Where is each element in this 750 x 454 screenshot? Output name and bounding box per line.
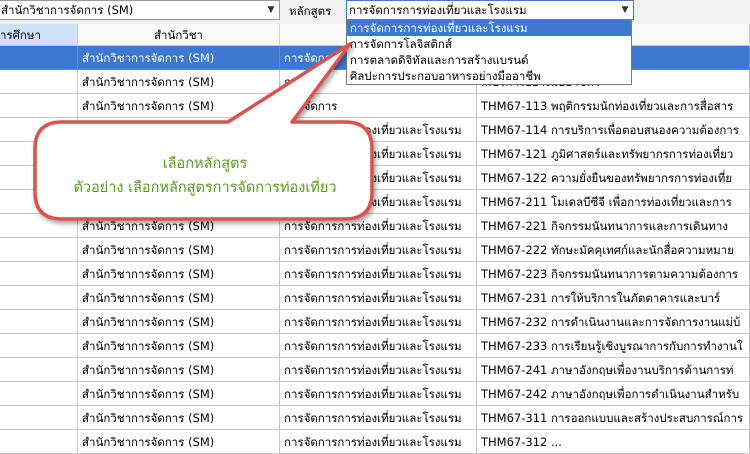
cell-academic-year[interactable] xyxy=(0,430,78,454)
cell-course[interactable]: การจัดการการท่องเที่ยวและโรงแรม xyxy=(280,406,477,430)
callout-subtitle: ตัวอย่าง เลือกหลักสูตรการจัดการท่องเที่ย… xyxy=(73,180,337,196)
cell-course[interactable]: การจัดการการท่องเที่ยวและโรงแรม xyxy=(280,358,477,382)
dropdown-option[interactable]: ศิลปะการประกอบอาหารอย่างมืออาชีพ xyxy=(347,68,631,84)
table-row[interactable]: สำนักวิชาการจัดการ (SM) การจัดการการท่องเ… xyxy=(0,286,750,310)
cell-academic-year[interactable] xyxy=(0,238,78,262)
table-row[interactable]: สำนักวิชาการจัดการ (SM) การจัดการการท่องเ… xyxy=(0,118,750,142)
course-dropdown-list: การจัดการการท่องเที่ยวและโรงแรม การจัดกา… xyxy=(346,19,632,85)
table-row[interactable]: สำนักวิชาการจัดการ (SM) การจัดการการท่องเ… xyxy=(0,334,750,358)
cell-course[interactable]: การจัดการการท่องเที่ยวและโรงแรม xyxy=(280,214,477,238)
cell-subject[interactable]: THM67-241 ภาษาอังกฤษเพื่องานบริการด้านกา… xyxy=(477,358,750,382)
cell-subject[interactable]: THM67-121 ภูมิศาสตร์และทรัพยากรการท่องเท… xyxy=(477,142,750,166)
dropdown-option[interactable]: การตลาดดิจิทัลและการสร้างแบรนด์ xyxy=(347,52,631,68)
chevron-down-icon[interactable]: ▼ xyxy=(263,1,279,19)
cell-subject[interactable]: THM67-211 โมเดลบีซีจี เพื่อการท่องเที่ยว… xyxy=(477,190,750,214)
cell-department[interactable]: สำนักวิชาการจัดการ (SM) xyxy=(78,118,280,142)
cell-course[interactable]: การจัดการการท่องเที่ยวและโรงแรม xyxy=(280,118,477,142)
course-label: หลักสูตร xyxy=(289,4,332,18)
cell-department[interactable]: สำนักวิชาการจัดการ (SM) xyxy=(78,214,280,238)
cell-course[interactable]: การจัดการการท่องเที่ยวและโรงแรม xyxy=(280,334,477,358)
cell-subject[interactable]: THM67-312 ... xyxy=(477,430,750,454)
cell-academic-year[interactable] xyxy=(0,118,78,142)
cell-department[interactable]: สำนักวิชาการจัดการ (SM) xyxy=(78,94,280,118)
cell-subject[interactable]: THM67-311 การออกแบบและสร้างประสบการณ์การ xyxy=(477,406,750,430)
cell-department[interactable]: สำนักวิชาการจัดการ (SM) xyxy=(78,238,280,262)
table-row[interactable]: สำนักวิชาการจัดการ (SM) การจัดการการท่องเ… xyxy=(0,214,750,238)
cell-subject[interactable]: THM67-232 การดำเนินงานและการจัดการงานแม่… xyxy=(477,310,750,334)
cell-subject[interactable]: THM67-242 ภาษาอังกฤษเพื่อการดำเนินงานสำห… xyxy=(477,382,750,406)
cell-academic-year[interactable] xyxy=(0,310,78,334)
cell-subject[interactable]: THM67-231 การให้บริการในภัตตาคารและบาร์ xyxy=(477,286,750,310)
table-row[interactable]: สำนักวิชาการจัดการ (SM) การจัดการการท่องเ… xyxy=(0,238,750,262)
cell-course[interactable]: การจัดการการท่องเที่ยวและโรงแรม xyxy=(280,262,477,286)
table-row[interactable]: สำนักวิชาการจัดการ (SM) การจัดการการท่องเ… xyxy=(0,406,750,430)
cell-academic-year[interactable] xyxy=(0,382,78,406)
cell-course[interactable]: การจัดการการท่องเที่ยวและโรงแรม xyxy=(280,286,477,310)
cell-department[interactable]: สำนักวิชาการจัดการ (SM) xyxy=(78,70,280,94)
cell-academic-year[interactable] xyxy=(0,334,78,358)
cell-course[interactable]: การจัดการการท่องเที่ยวและโรงแรม xyxy=(280,238,477,262)
chevron-down-icon[interactable]: ▼ xyxy=(617,1,633,19)
cell-subject[interactable]: THM67-222 ทักษะมัคคุเทศก์และนักสื่อความห… xyxy=(477,238,750,262)
cell-subject[interactable]: THM67-122 ความยั่งยืนของทรัพยากรการท่องเ… xyxy=(477,166,750,190)
column-header-department[interactable]: สำนักวิชา xyxy=(78,24,280,46)
dropdown-option[interactable]: การจัดการการท่องเที่ยวและโรงแรม xyxy=(347,20,631,36)
cell-department[interactable]: สำนักวิชาการจัดการ (SM) xyxy=(78,334,280,358)
cell-department[interactable]: สำนักวิชาการจัดการ (SM) xyxy=(78,430,280,454)
cell-academic-year[interactable] xyxy=(0,94,78,118)
department-select[interactable]: สำนักวิชาการจัดการ (SM) ▼ xyxy=(0,0,280,20)
department-select-value: สำนักวิชาการจัดการ (SM) xyxy=(1,3,134,17)
cell-course[interactable]: การจัดการการท่องเที่ยวและโรงแรม xyxy=(280,382,477,406)
cell-course[interactable]: การจัดการ xyxy=(280,94,477,118)
cell-academic-year[interactable] xyxy=(0,70,78,94)
dropdown-option[interactable]: การจัดการโลจิสติกส์ xyxy=(347,36,631,52)
cell-department[interactable]: สำนักวิชาการจัดการ (SM) xyxy=(78,310,280,334)
cell-academic-year[interactable] xyxy=(0,406,78,430)
cell-subject[interactable]: THM67-113 พฤติกรรมนักท่องเที่ยวและการสื่… xyxy=(477,94,750,118)
course-select-value: การจัดการการท่องเที่ยวและโรงแรม xyxy=(349,3,527,17)
cell-academic-year[interactable] xyxy=(0,262,78,286)
cell-department[interactable]: สำนักวิชาการจัดการ (SM) xyxy=(78,406,280,430)
cell-subject[interactable]: THM67-221 กิจกรรมนันทนาการและการเดินทาง xyxy=(477,214,750,238)
table-row[interactable]: สำนักวิชาการจัดการ (SM) การจัดการการท่องเ… xyxy=(0,262,750,286)
cell-subject[interactable]: THM67-223 กิจกรรมนันทนาการตามความต้องการ xyxy=(477,262,750,286)
cell-academic-year[interactable] xyxy=(0,286,78,310)
table-row[interactable]: สำนักวิชาการจัดการ (SM) การจัดการ THM67-11… xyxy=(0,94,750,118)
table-row[interactable]: สำนักวิชาการจัดการ (SM) การจัดการการท่องเ… xyxy=(0,358,750,382)
cell-academic-year[interactable] xyxy=(0,358,78,382)
cell-department[interactable]: สำนักวิชาการจัดการ (SM) xyxy=(78,382,280,406)
table-row[interactable]: สำนักวิชาการจัดการ (SM) การจัดการการท่องเ… xyxy=(0,310,750,334)
table-row[interactable]: สำนักวิชาการจัดการ (SM) การจัดการการท่องเ… xyxy=(0,430,750,454)
cell-subject[interactable]: THM67-114 การบริการเพื่อตอบสนองความต้องก… xyxy=(477,118,750,142)
cell-department[interactable]: สำนักวิชาการจัดการ (SM) xyxy=(78,358,280,382)
cell-department[interactable]: สำนักวิชาการจัดการ (SM) xyxy=(78,286,280,310)
course-select[interactable]: การจัดการการท่องเที่ยวและโรงแรม ▼ xyxy=(346,0,634,20)
cell-academic-year[interactable] xyxy=(0,214,78,238)
cell-subject[interactable]: THM67-233 การเรียนรู้เชิงบูรณาการกับการท… xyxy=(477,334,750,358)
cell-course[interactable]: การจัดการการท่องเที่ยวและโรงแรม xyxy=(280,310,477,334)
callout-title: เลือกหลักสูตร xyxy=(162,156,248,172)
cell-department[interactable]: สำนักวิชาการจัดการ (SM) xyxy=(78,262,280,286)
column-header-academic-year[interactable]: ารศึกษา xyxy=(0,24,78,46)
cell-course[interactable]: การจัดการการท่องเที่ยวและโรงแรม xyxy=(280,430,477,454)
cell-department[interactable]: สำนักวิชาการจัดการ (SM) xyxy=(78,46,280,70)
cell-academic-year[interactable] xyxy=(0,46,78,70)
table-row[interactable]: สำนักวิชาการจัดการ (SM) การจัดการการท่องเ… xyxy=(0,382,750,406)
